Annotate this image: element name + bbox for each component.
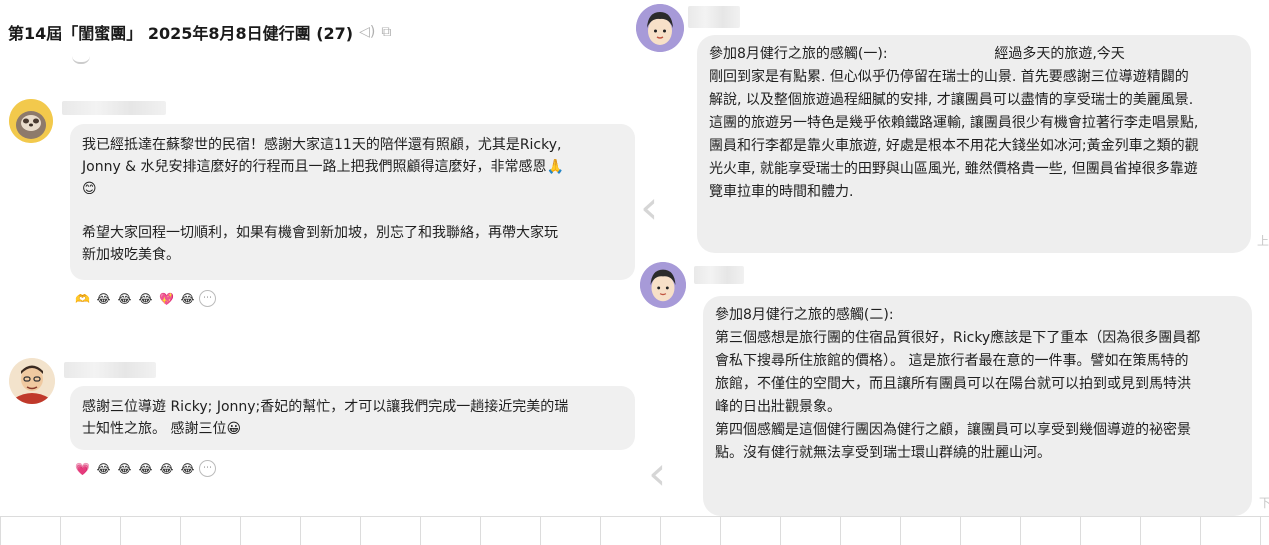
message-bubble[interactable]: 感謝三位導遊 Ricky; Jonny;香妃的幫忙，才可以讓我們完成一趟接近完美… <box>70 386 635 450</box>
more-reactions-icon[interactable]: ⋯ <box>199 290 216 307</box>
scroll-indicator <box>72 56 90 64</box>
message-bubble[interactable]: 參加8月健行之旅的感觸(二): 第三個感想是旅行團的住宿品質很好，Ricky應該… <box>703 296 1252 516</box>
side-label: 下 <box>1259 496 1269 510</box>
laughing-reaction-icon[interactable]: 😂 <box>115 459 134 478</box>
message-line: 希望大家回程一切順利，如果有機會到新加坡，別忘了和我聯絡，再帶大家玩 <box>82 225 558 241</box>
message-bubble[interactable]: 我已經抵達在蘇黎世的民宿！感謝大家這11天的陪伴還有照顧，尤其是Ricky, J… <box>70 124 635 280</box>
sloth-avatar[interactable] <box>9 99 53 143</box>
message-line: 我已經抵達在蘇黎世的民宿！感謝大家這11天的陪伴還有照顧，尤其是Ricky, <box>82 137 562 153</box>
message-line: 點。沒有健行就無法享受到瑞士環山群繞的壯麗山河。 <box>715 445 1051 461</box>
sender-name-blurred <box>64 362 156 378</box>
heart-reaction-icon[interactable]: 💗 <box>73 459 92 478</box>
woman-avatar[interactable] <box>636 4 684 52</box>
message-line: 解說, 以及整個旅遊過程細膩的安排, 才讓團員可以盡情的享受瑞士的美麗風景. <box>709 92 1194 108</box>
message-line: 士知性之旅。 感謝三位😀 <box>82 421 242 437</box>
message-line: 峰的日出壯觀景象。 <box>715 399 841 415</box>
man-avatar[interactable] <box>9 358 55 404</box>
message-line: 剛回到家是有點累. 但心似乎仍停留在瑞士的山景. 首先要感謝三位導遊精闢的 <box>709 69 1189 85</box>
sender-name-blurred <box>688 6 740 28</box>
message-line: 新加坡吃美食。 <box>82 247 180 263</box>
message-line: 參加8月健行之旅的感觸(一): 經過多天的旅遊,今天 <box>709 46 1125 62</box>
laughing-reaction-icon[interactable]: 😂 <box>136 459 155 478</box>
sender-name-blurred <box>62 101 166 115</box>
laughing-reaction-icon[interactable]: 😂 <box>94 459 113 478</box>
heart-hands-reaction-icon[interactable]: 🫶 <box>73 289 92 308</box>
message-line: 會私下搜尋所住旅館的價格）。 這是旅行者最在意的一件事。譬如在策馬特的 <box>715 353 1189 369</box>
laughing-reaction-icon[interactable]: 😂 <box>94 289 113 308</box>
message-line: 第四個感觸是這個健行團因為健行之顧，讓團員可以享受到幾個導遊的祕密景 <box>715 422 1191 438</box>
message-line: 旅館，不僅住的空間大，而且讓所有團員可以在陽台就可以拍到或見到馬特洪 <box>715 376 1191 392</box>
message-bubble[interactable]: 參加8月健行之旅的感觸(一): 經過多天的旅遊,今天 剛回到家是有點累. 但心似… <box>697 35 1251 253</box>
reaction-row: 🫶 😂 😂 😂 💖 😂 ⋯ <box>73 289 216 308</box>
message-line: 這團的旅遊另一特色是幾乎依賴鐵路運輸, 讓團員很少有機會拉著行李走唱景點, <box>709 115 1199 131</box>
chevron-left-icon: ‹ <box>648 446 667 500</box>
sparkling-heart-reaction-icon[interactable]: 💖 <box>157 289 176 308</box>
message-line: 覽車拉車的時間和體力. <box>709 184 854 200</box>
more-reactions-icon[interactable]: ⋯ <box>199 460 216 477</box>
laughing-reaction-icon[interactable]: 😂 <box>157 459 176 478</box>
message-line: 😊 <box>82 181 97 197</box>
laughing-reaction-icon[interactable]: 😂 <box>136 289 155 308</box>
reaction-row: 💗 😂 😂 😂 😂 😂 ⋯ <box>73 459 216 478</box>
background-grid <box>0 516 1269 545</box>
message-line: Jonny & 水兒安排這麼好的行程而且一路上把我們照顧得這麼好，非常感恩🙏 <box>82 159 564 175</box>
open-external-icon[interactable]: ⧉ <box>381 24 391 40</box>
speaker-icon[interactable]: ◁) <box>359 24 375 40</box>
message-line: 團員和行李都是靠火車旅遊, 好處是根本不用花大錢坐如冰河;黃金列車之類的觀 <box>709 138 1199 154</box>
message-line: 感謝三位導遊 Ricky; Jonny;香妃的幫忙，才可以讓我們完成一趟接近完美… <box>82 399 569 415</box>
chevron-left-icon: ‹ <box>640 180 659 234</box>
chat-title: 第14屆「閨蜜團」 2025年8月8日健行團 (27) <box>8 24 354 43</box>
laughing-reaction-icon[interactable]: 😂 <box>178 289 197 308</box>
chat-title-bar: 第14屆「閨蜜團」 2025年8月8日健行團 (27) ◁) ⧉ <box>8 20 391 44</box>
laughing-reaction-icon[interactable]: 😂 <box>115 289 134 308</box>
message-line: 光火車, 就能享受瑞士的田野與山區風光, 雖然價格貴一些, 但團員省掉很多靠遊 <box>709 161 1198 177</box>
side-label: 上 <box>1257 234 1269 248</box>
message-line: 參加8月健行之旅的感觸(二): <box>715 307 894 323</box>
woman-avatar[interactable] <box>640 262 686 308</box>
message-line: 第三個感想是旅行團的住宿品質很好，Ricky應該是下了重本（因為很多團員都 <box>715 330 1201 346</box>
laughing-reaction-icon[interactable]: 😂 <box>178 459 197 478</box>
sender-name-blurred <box>694 266 744 284</box>
